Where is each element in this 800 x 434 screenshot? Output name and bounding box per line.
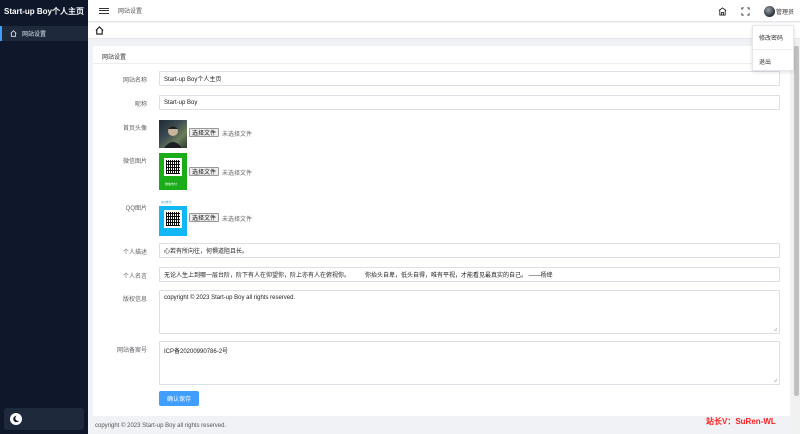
sidebar-item-label: 网站设置 bbox=[22, 32, 47, 38]
resize-grip-icon[interactable] bbox=[773, 378, 778, 383]
change-password-item[interactable]: 修改密码 bbox=[753, 26, 793, 49]
wechat-label: 微信图片 bbox=[122, 159, 147, 165]
home-icon bbox=[10, 30, 17, 37]
copyright-text: copyright © 2023 Start-up Boy all rights… bbox=[164, 295, 296, 301]
tab-bar bbox=[88, 23, 800, 39]
motto-input[interactable]: 无论人生上到哪一层台阶，阶下有人在仰望你，阶上亦有人在俯视你。 你抬头自卑，低头… bbox=[159, 267, 780, 282]
resize-grip-icon[interactable] bbox=[773, 327, 778, 332]
motto-label: 个人名言 bbox=[122, 274, 147, 280]
copyright-textarea[interactable]: copyright © 2023 Start-up Boy all rights… bbox=[159, 290, 780, 334]
settings-card: 网站设置 网站名称 Start-up Boy个人主页 昵称 Start-up B… bbox=[93, 46, 790, 416]
bio-label: 个人描述 bbox=[122, 250, 147, 256]
qq-label: QQ图片 bbox=[125, 206, 147, 212]
wechat-badge-text: 微信支付 bbox=[165, 182, 178, 186]
avatar-image bbox=[159, 120, 187, 148]
card-title: 网站设置 bbox=[102, 55, 127, 61]
watermark: 站长V：SuRen-WL bbox=[706, 417, 776, 426]
divider bbox=[93, 63, 790, 64]
scrollbar-thumb[interactable] bbox=[794, 46, 799, 396]
topbar: 网站设置 管理员 bbox=[88, 0, 800, 22]
qq-file-button[interactable]: 选择文件 bbox=[189, 213, 220, 222]
sidebar-item-site-settings[interactable]: 网站设置 bbox=[0, 26, 88, 41]
fullscreen-icon[interactable] bbox=[741, 6, 750, 16]
user-dropdown: 修改密码 退出 bbox=[752, 25, 794, 71]
github-icon[interactable] bbox=[718, 6, 727, 16]
wechat-file-button[interactable]: 选择文件 bbox=[189, 167, 220, 176]
qq-qr-image: QQ支付 bbox=[159, 200, 187, 236]
logout-item[interactable]: 退出 bbox=[753, 49, 793, 72]
icp-textarea[interactable]: ICP备20200990786-2号 bbox=[159, 341, 780, 385]
sidebar: Start-up Boy个人主页 网站设置 bbox=[0, 0, 88, 434]
confirm-save-button[interactable]: 确认保存 bbox=[159, 391, 199, 406]
topbar-actions: 管理员 bbox=[718, 0, 794, 22]
theme-toggle-icon bbox=[10, 413, 22, 425]
icp-text: ICP备20200990786-2号 bbox=[164, 349, 229, 355]
bio-input[interactable]: 心若有所向往，何惧道阻且长。 bbox=[159, 243, 780, 258]
brand-title[interactable]: Start-up Boy个人主页 bbox=[0, 0, 88, 22]
wechat-file-status: 未选择文件 bbox=[222, 171, 253, 177]
nickname-input[interactable]: Start-up Boy bbox=[159, 95, 780, 110]
avatar-file-status: 未选择文件 bbox=[222, 132, 253, 138]
qq-file-status: 未选择文件 bbox=[222, 217, 253, 223]
theme-toggle[interactable] bbox=[4, 408, 84, 430]
scrollbar[interactable] bbox=[793, 40, 800, 434]
icp-label: 网站备案号 bbox=[116, 348, 147, 354]
avatar-file-button[interactable]: 选择文件 bbox=[189, 128, 220, 137]
user-name[interactable]: 管理员 bbox=[776, 7, 794, 16]
site-name-label: 网站名称 bbox=[122, 78, 147, 84]
wechat-qr-image: 微信支付 bbox=[159, 153, 187, 190]
menu-toggle-icon[interactable] bbox=[99, 6, 109, 16]
footer-copyright: copyright © 2023 Start-up Boy all rights… bbox=[95, 423, 227, 429]
qq-badge-text: QQ支付 bbox=[161, 200, 172, 204]
copyright-label: 版权信息 bbox=[122, 297, 147, 303]
site-name-input[interactable]: Start-up Boy个人主页 bbox=[159, 71, 780, 86]
breadcrumb[interactable]: 网站设置 bbox=[118, 6, 142, 15]
avatar[interactable] bbox=[763, 5, 775, 17]
home-icon[interactable] bbox=[95, 26, 104, 35]
nickname-label: 昵称 bbox=[134, 102, 147, 108]
avatar-label: 首页头像 bbox=[122, 126, 147, 132]
